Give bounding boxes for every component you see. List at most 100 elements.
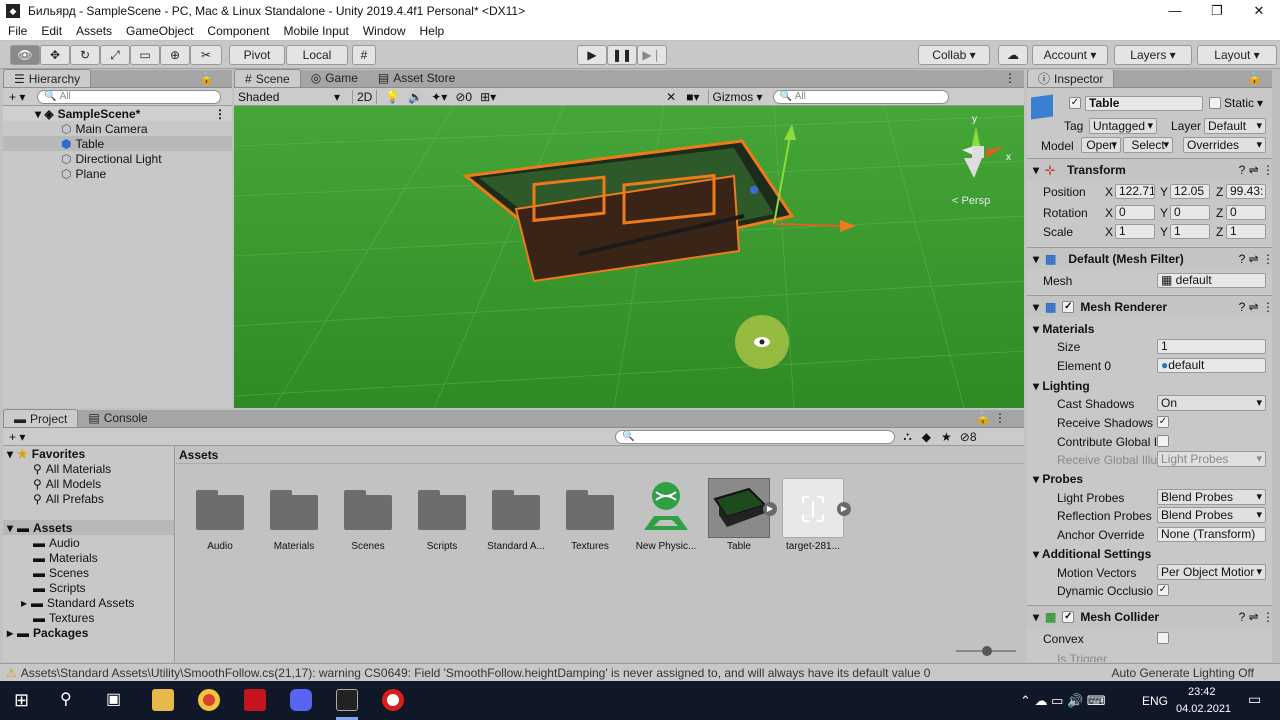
pause-button[interactable]: ❚❚ xyxy=(607,45,637,65)
menu-component[interactable]: Component xyxy=(199,24,275,38)
layer-dropdown[interactable]: Default xyxy=(1204,118,1266,134)
project-search-input[interactable]: 🔍 xyxy=(615,429,896,444)
pdf-reader-icon[interactable] xyxy=(244,689,266,711)
move-tool-icon[interactable]: ✥ xyxy=(40,45,70,65)
position-x-field[interactable]: 122.71 xyxy=(1115,184,1155,199)
layers-button[interactable]: Layers ▾ xyxy=(1114,45,1192,65)
favorites-foldout[interactable]: ▾ ★ Favorites xyxy=(3,446,174,461)
mode-2d-toggle[interactable]: 2D xyxy=(352,89,378,104)
language-indicator[interactable]: ENG xyxy=(1142,694,1168,708)
asset-label-textures[interactable]: Textures xyxy=(552,541,628,552)
scale-x-field[interactable]: 1 xyxy=(1115,224,1155,239)
hierarchy-item-main-camera[interactable]: ⬡ Main Camera xyxy=(3,121,232,136)
menu-gameobject[interactable]: GameObject xyxy=(118,24,199,38)
scene-menu-icon[interactable]: ⋮ xyxy=(214,107,226,121)
lock-icon[interactable]: 🔒 xyxy=(1247,71,1262,85)
tab-inspector[interactable]: ⓘ Inspector xyxy=(1027,70,1115,87)
menu-edit[interactable]: Edit xyxy=(33,24,68,38)
mesh-collider-header[interactable]: ▾ ▦ ✓ Mesh Collider ? ⇌ ⋮ xyxy=(1027,605,1280,627)
tree-folder-standard-assets[interactable]: ▸ ▬ Standard Assets xyxy=(3,595,174,610)
static-dropdown-icon[interactable]: ▾ xyxy=(1257,96,1263,110)
tab-asset-store[interactable]: ▤ Asset Store xyxy=(368,69,465,87)
menu-assets[interactable]: Assets xyxy=(68,24,118,38)
expand-arrow-icon[interactable]: ▶ xyxy=(837,502,851,516)
expand-arrow-icon[interactable]: ▶ xyxy=(763,502,777,516)
packages-foldout[interactable]: ▸ ▬ Packages xyxy=(3,625,174,640)
scene-search-input[interactable]: 🔍 All xyxy=(772,89,949,104)
folder-icon[interactable] xyxy=(418,490,466,530)
mesh-object-field[interactable]: ▦ default xyxy=(1157,273,1266,288)
overrides-dropdown[interactable]: Overrides xyxy=(1183,137,1266,153)
hierarchy-item-table[interactable]: ⬢ Table xyxy=(3,136,232,151)
lock-icon[interactable]: 🔒 ⋮ xyxy=(976,411,1006,425)
scale-y-field[interactable]: 1 xyxy=(1170,224,1210,239)
folder-icon[interactable] xyxy=(492,490,540,530)
position-z-field[interactable]: 99.43: xyxy=(1226,184,1266,199)
tree-folder-textures[interactable]: ▬ Textures xyxy=(3,610,174,625)
camera-gizmo-icon[interactable] xyxy=(735,315,789,369)
anchor-override-field[interactable]: None (Transform) xyxy=(1157,527,1266,542)
status-message[interactable]: Assets\Standard Assets\Utility\SmoothFol… xyxy=(21,666,1111,680)
favorite-all-prefabs[interactable]: ⚲ All Prefabs xyxy=(3,491,174,506)
folder-icon[interactable] xyxy=(566,490,614,530)
materials-foldout[interactable]: ▾ Materials xyxy=(1033,322,1094,336)
layout-button[interactable]: Layout ▾ xyxy=(1197,45,1277,65)
contribute-gi-checkbox[interactable] xyxy=(1157,435,1169,447)
search-by-label-icon[interactable]: ◆ xyxy=(922,430,931,444)
dynamic-occlusion-checkbox[interactable]: ✓ xyxy=(1157,584,1169,596)
element0-material-field[interactable]: ●default xyxy=(1157,358,1266,373)
transform-header[interactable]: ▾ ⊹ Transform ? ⇌ ⋮ xyxy=(1027,158,1280,180)
additional-settings-foldout[interactable]: ▾ Additional Settings xyxy=(1033,547,1151,561)
asset-label-materials[interactable]: Materials xyxy=(256,541,332,552)
create-dropdown[interactable]: + ▾ xyxy=(9,430,25,444)
target-texture-thumbnail[interactable] xyxy=(782,478,844,538)
unity-taskbar-icon[interactable] xyxy=(336,689,358,711)
local-button[interactable]: Local xyxy=(286,45,348,65)
scene-viewport[interactable]: y x < Persp xyxy=(234,106,1024,408)
scale-tool-icon[interactable]: ⤢ xyxy=(100,45,130,65)
tree-folder-scripts[interactable]: ▬ Scripts xyxy=(3,580,174,595)
effects-toggle-icon[interactable]: ✦▾ xyxy=(431,90,447,104)
asset-label-new-physic[interactable]: New Physic... xyxy=(628,541,704,552)
menu-window[interactable]: Window xyxy=(355,24,412,38)
inspector-scrollbar[interactable] xyxy=(1272,70,1280,662)
lighting-foldout[interactable]: ▾ Lighting xyxy=(1033,379,1090,393)
cast-shadows-dropdown[interactable]: On xyxy=(1157,395,1266,411)
folder-icon[interactable] xyxy=(196,490,244,530)
hierarchy-item-directional-light[interactable]: ⬡ Directional Light xyxy=(3,151,232,166)
static-checkbox[interactable] xyxy=(1209,97,1221,109)
account-button[interactable]: Account ▾ xyxy=(1032,45,1108,65)
assets-foldout[interactable]: ▾ ▬ Assets xyxy=(3,520,174,535)
tab-hierarchy[interactable]: ☰ Hierarchy xyxy=(3,69,92,87)
reflection-probes-dropdown[interactable]: Blend Probes xyxy=(1157,507,1266,523)
breadcrumb[interactable]: Assets xyxy=(176,446,1024,464)
maximize-button[interactable]: ❐ xyxy=(1196,3,1238,19)
slider-thumb[interactable] xyxy=(982,646,992,656)
favorite-all-models[interactable]: ⚲ All Models xyxy=(3,476,174,491)
hierarchy-search-input[interactable]: 🔍 All xyxy=(37,89,222,104)
chrome-icon[interactable] xyxy=(198,689,220,711)
minimize-button[interactable]: — xyxy=(1154,3,1196,19)
play-button[interactable]: ▶ xyxy=(577,45,607,65)
tree-folder-scenes[interactable]: ▬ Scenes xyxy=(3,565,174,580)
menu-mobile-input[interactable]: Mobile Input xyxy=(275,24,354,38)
component-menu-icon[interactable]: ? ⇌ ⋮ xyxy=(1239,163,1274,177)
select-button[interactable]: Select xyxy=(1123,137,1173,153)
folder-icon[interactable] xyxy=(270,490,318,530)
active-checkbox[interactable]: ✓ xyxy=(1069,97,1081,109)
create-dropdown[interactable]: + ▾ xyxy=(9,90,25,104)
tree-folder-materials[interactable]: ▬ Materials xyxy=(3,550,174,565)
tray-icons[interactable]: ⌃ ☁ ▭ 🔊 ⌨ xyxy=(1020,693,1106,709)
rect-tool-icon[interactable]: ▭ xyxy=(130,45,160,65)
component-menu-icon[interactable]: ? ⇌ ⋮ xyxy=(1239,610,1274,624)
asset-label-scripts[interactable]: Scripts xyxy=(404,541,480,552)
shading-mode-dropdown[interactable]: Shaded ▾ xyxy=(234,90,344,104)
mesh-collider-enabled-checkbox[interactable]: ✓ xyxy=(1062,610,1075,623)
step-button[interactable]: ▶❘ xyxy=(637,45,667,65)
windows-start-icon[interactable]: ⊞ xyxy=(14,689,36,711)
grid-toggle-icon[interactable]: ⊞▾ xyxy=(480,90,496,104)
scene-root[interactable]: ▾ ◈ SampleScene* ⋮ xyxy=(3,106,232,121)
favorite-icon[interactable]: ★ xyxy=(941,430,952,444)
menu-help[interactable]: Help xyxy=(412,24,451,38)
rotation-y-field[interactable]: 0 xyxy=(1170,205,1210,220)
